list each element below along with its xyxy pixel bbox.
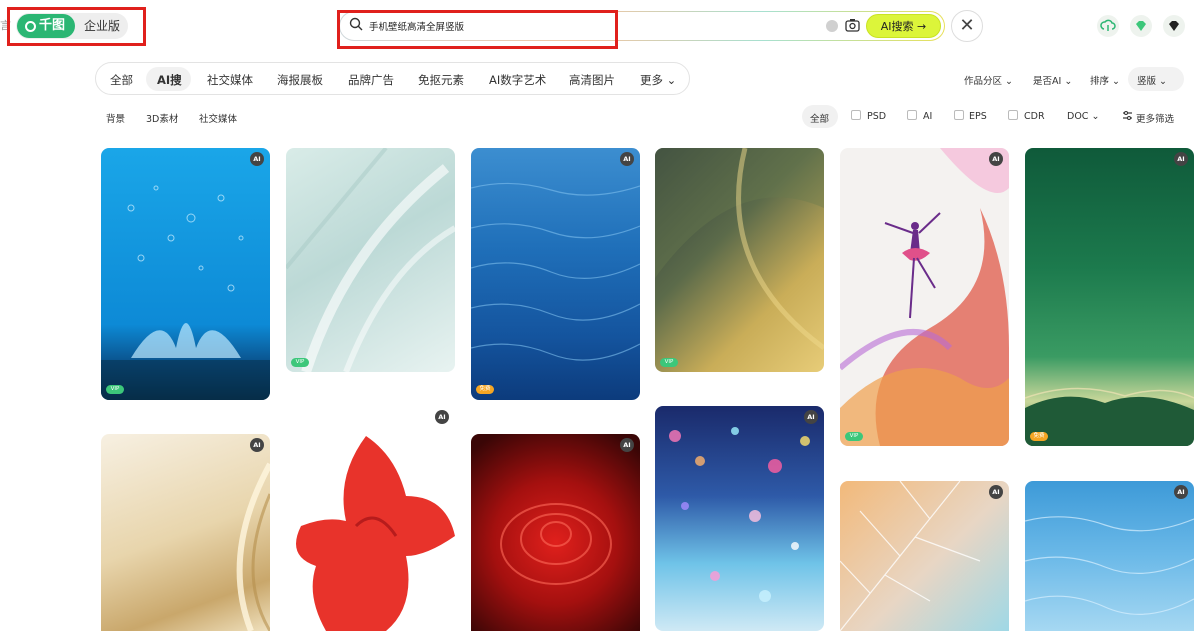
image-card-ballerina[interactable]: AI VIP [840, 148, 1009, 446]
tab-poster[interactable]: 海报展板 [277, 72, 323, 88]
ai-badge: AI [804, 410, 818, 424]
subcategory-3d[interactable]: 3D素材 [146, 111, 178, 125]
subcategory-background[interactable]: 背景 [106, 111, 125, 125]
ai-badge: AI [989, 485, 1003, 499]
format-eps[interactable]: EPS [969, 111, 987, 122]
format-ai[interactable]: AI [923, 111, 932, 122]
filter-orientation[interactable]: 竖版 ⌄ [1137, 73, 1167, 87]
vip-badge: VIP [845, 432, 863, 441]
format-psd[interactable]: PSD [867, 111, 886, 122]
image-card-red-flower[interactable]: AI [286, 406, 455, 631]
filter-sort[interactable]: 排序 ⌄ [1090, 73, 1120, 87]
image-card-water-splash[interactable]: AI VIP [101, 148, 270, 400]
free-badge: 免费 [476, 385, 494, 394]
camera-icon[interactable] [845, 18, 860, 32]
tab-more[interactable]: 更多 ⌄ [640, 72, 676, 88]
filter-settings-icon[interactable] [1122, 110, 1133, 121]
image-card-olive-gold[interactable]: VIP [655, 148, 824, 372]
subcategory-social[interactable]: 社交媒体 [199, 111, 237, 125]
ai-badge: AI [620, 438, 634, 452]
tab-ai-search[interactable]: AI搜 [157, 72, 182, 88]
checkbox-eps[interactable] [954, 110, 964, 120]
logo-highlight-box [7, 7, 146, 46]
image-card-ocean-waves[interactable]: AI 免费 [471, 148, 640, 400]
tab-ai-digital-art[interactable]: AI数字艺术 [489, 72, 546, 88]
image-card-red-rose[interactable]: AI [471, 434, 640, 631]
checkbox-cdr[interactable] [1008, 110, 1018, 120]
close-button[interactable]: ✕ [951, 10, 983, 42]
tab-all[interactable]: 全部 [110, 72, 133, 88]
diamond-enterprise-icon[interactable] [1163, 15, 1185, 37]
tab-brand-ads[interactable]: 品牌广告 [348, 72, 394, 88]
ai-badge: AI [435, 410, 449, 424]
ai-badge: AI [250, 438, 264, 452]
vip-badge: VIP [660, 358, 678, 367]
ai-badge: AI [1174, 152, 1188, 166]
format-cdr[interactable]: CDR [1024, 111, 1045, 122]
image-card-leaf-veins[interactable]: AI [840, 481, 1009, 631]
checkbox-ai[interactable] [907, 110, 917, 120]
filter-work-section[interactable]: 作品分区 ⌄ [964, 73, 1013, 87]
vip-badge: VIP [291, 358, 309, 367]
image-card-teal-petals[interactable]: VIP [286, 148, 455, 372]
image-card-green-mountains[interactable]: AI 免费 [1025, 148, 1194, 446]
more-filters-button[interactable]: 更多筛选 [1136, 111, 1174, 125]
tab-png-elements[interactable]: 免抠元素 [418, 72, 464, 88]
ai-badge: AI [620, 152, 634, 166]
clear-search-icon[interactable] [826, 20, 838, 32]
checkbox-psd[interactable] [851, 110, 861, 120]
diamond-vip-icon[interactable] [1130, 15, 1152, 37]
format-doc-dropdown[interactable]: DOC ⌄ [1067, 111, 1099, 122]
tab-hd-images[interactable]: 高清图片 [569, 72, 615, 88]
image-card-bokeh[interactable]: AI [655, 406, 824, 631]
ai-badge: AI [250, 152, 264, 166]
ai-search-button[interactable]: AI搜索 → [866, 14, 941, 38]
ai-badge: AI [989, 152, 1003, 166]
upload-icon[interactable] [1097, 15, 1119, 37]
format-all[interactable]: 全部 [810, 111, 829, 125]
image-card-gold-wave[interactable]: AI [101, 434, 270, 631]
image-card-blue-water[interactable]: AI [1025, 481, 1194, 631]
free-badge: 免费 [1030, 432, 1048, 441]
ai-badge: AI [1174, 485, 1188, 499]
filter-is-ai[interactable]: 是否AI ⌄ [1033, 73, 1072, 87]
tab-social-media[interactable]: 社交媒体 [207, 72, 253, 88]
search-highlight-box [337, 10, 618, 49]
vip-badge: VIP [106, 385, 124, 394]
